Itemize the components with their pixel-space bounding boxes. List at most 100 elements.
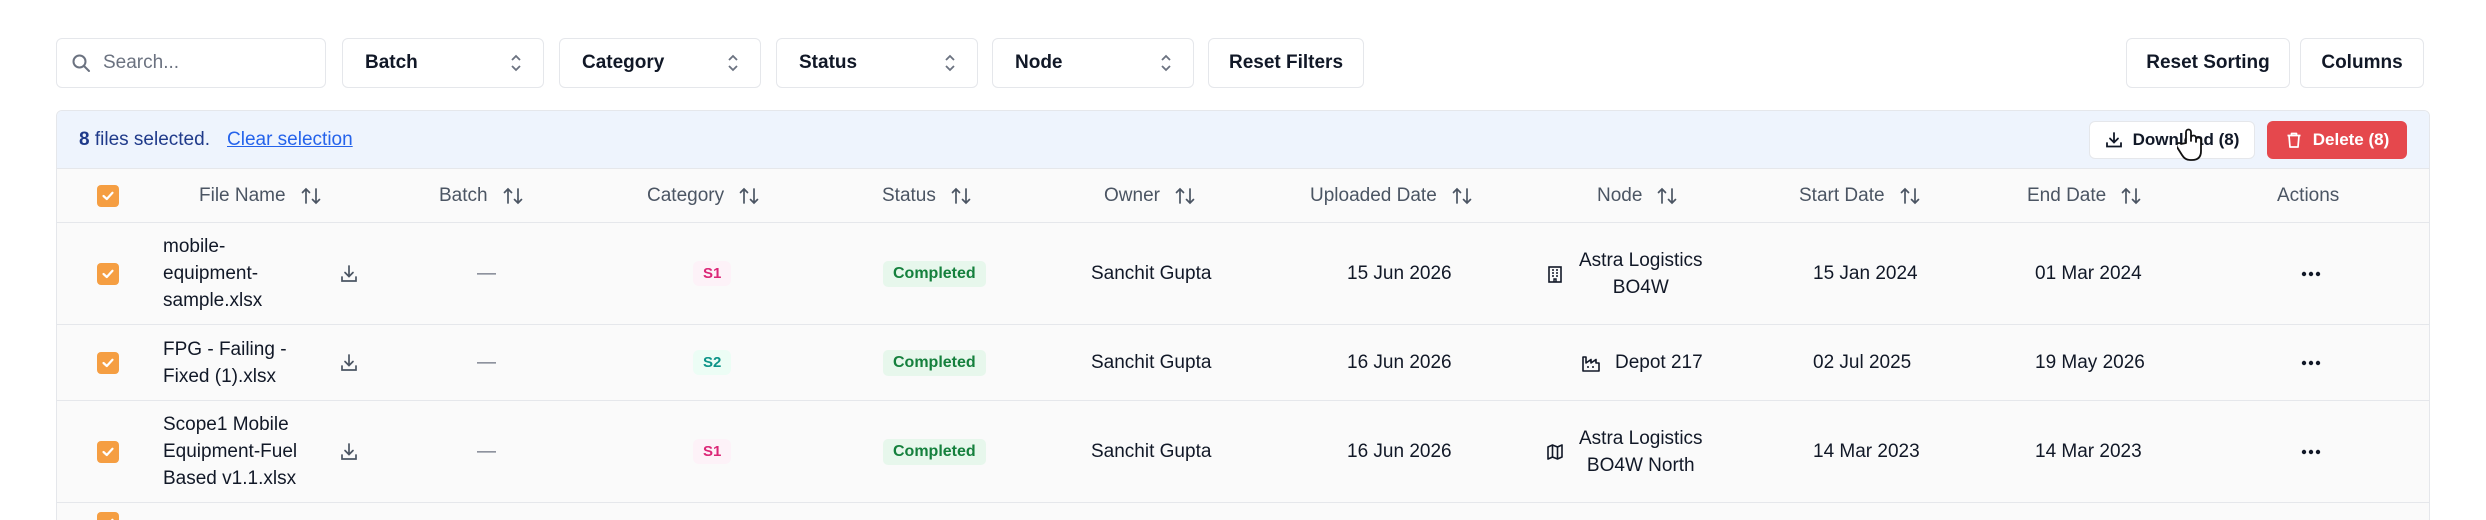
sort-icon[interactable] [1899, 186, 1921, 206]
column-header-owner[interactable]: Owner [1104, 169, 1196, 223]
row-checkbox-cell[interactable] [97, 401, 119, 502]
table-row[interactable]: mobile- equipment- sample.xlsx — S1 Comp… [57, 223, 2429, 325]
filter-bar: Batch Category Status Node Reset Filters… [56, 38, 2430, 88]
more-horizontal-icon [2301, 271, 2321, 276]
sort-icon[interactable] [502, 186, 524, 206]
category-cell: S1 [693, 401, 732, 502]
node-cell: Astra Logistics BO4W North [1545, 401, 1703, 502]
search-input[interactable] [103, 52, 303, 74]
node-filter-label: Node [1015, 52, 1063, 73]
file-download-button[interactable] [339, 401, 359, 502]
check-icon [110, 518, 114, 520]
batch-cell: — [477, 351, 496, 373]
batch-filter-dropdown[interactable]: Batch [342, 38, 544, 88]
download-selected-button[interactable]: Download (8) [2089, 121, 2255, 159]
selection-summary: 8 files selected. [79, 129, 210, 151]
status-cell: Completed [883, 325, 986, 400]
file-name-line: Scope1 Mobile [163, 414, 289, 435]
row-checkbox[interactable] [97, 440, 119, 463]
column-label: Uploaded Date [1310, 185, 1437, 206]
status-badge: Completed [883, 438, 986, 465]
select-all-checkbox[interactable] [97, 185, 119, 207]
uploaded-date-cell: 16 Jun 2026 [1347, 440, 1452, 462]
reset-filters-button[interactable]: Reset Filters [1208, 38, 1364, 88]
files-table: 8 files selected. Clear selection Downlo… [56, 110, 2430, 520]
clear-selection-link[interactable]: Clear selection [227, 129, 353, 151]
column-label: Start Date [1799, 185, 1885, 206]
node-filter-dropdown[interactable]: Node [992, 38, 1194, 88]
row-actions-button[interactable] [2301, 325, 2321, 400]
batch-cell: — [477, 440, 496, 462]
status-filter-dropdown[interactable]: Status [776, 38, 978, 88]
column-label: Actions [2277, 185, 2340, 206]
category-badge: S1 [693, 261, 732, 286]
download-icon [341, 353, 357, 371]
start-date-cell: 14 Mar 2023 [1813, 440, 1920, 462]
row-checkbox-cell[interactable] [97, 325, 119, 400]
column-header-end-date[interactable]: End Date [2027, 169, 2142, 223]
row-checkbox[interactable] [97, 262, 119, 285]
column-header-file-name[interactable]: File Name [199, 169, 322, 223]
category-filter-dropdown[interactable]: Category [559, 38, 761, 88]
owner-cell: Sanchit Gupta [1091, 351, 1212, 373]
building-icon [1548, 265, 1562, 283]
chevron-up-down-icon [511, 54, 521, 72]
node-label-line: BO4W North [1586, 454, 1695, 476]
file-name-line: Fixed (1).xlsx [163, 365, 276, 387]
owner-cell: Sanchit Gupta [1091, 262, 1212, 284]
sort-icon[interactable] [2120, 186, 2142, 206]
column-header-category[interactable]: Category [647, 169, 760, 223]
category-badge: S2 [693, 350, 732, 375]
download-icon [2105, 132, 2122, 148]
column-header-start-date[interactable]: Start Date [1799, 169, 1921, 223]
sort-icon[interactable] [1656, 186, 1678, 206]
search-box[interactable] [56, 38, 326, 88]
column-header-node[interactable]: Node [1597, 169, 1678, 223]
row-checkbox-cell[interactable] [97, 503, 119, 520]
file-name-line: FPG - Failing - [163, 338, 287, 360]
column-header-batch[interactable]: Batch [439, 169, 524, 223]
column-header-status[interactable]: Status [882, 169, 972, 223]
row-checkbox[interactable] [97, 351, 119, 374]
file-name-cell: mobile- equipment- sample.xlsx [163, 223, 293, 324]
end-date-cell: 14 Mar 2023 [2035, 440, 2142, 462]
chevron-up-down-icon [945, 54, 955, 72]
trash-icon [2287, 132, 2301, 148]
table-row[interactable]: Scope1 Mobile Equipment-Fuel Based v1.1.… [57, 401, 2429, 503]
table-row[interactable] [57, 503, 2429, 520]
more-horizontal-icon [2301, 449, 2321, 454]
category-filter-label: Category [582, 52, 665, 73]
column-header-uploaded-date[interactable]: Uploaded Date [1310, 169, 1473, 223]
columns-button[interactable]: Columns [2300, 38, 2424, 88]
status-cell: Completed [883, 223, 986, 324]
category-cell: S2 [693, 325, 732, 400]
row-actions-button[interactable] [2301, 223, 2321, 324]
category-cell: S1 [693, 223, 732, 324]
status-badge: Completed [883, 349, 986, 376]
reset-sorting-button[interactable]: Reset Sorting [2126, 38, 2290, 88]
sort-icon[interactable] [738, 186, 760, 206]
file-name-line: Based v1.1.xlsx [163, 468, 297, 489]
check-icon [102, 269, 114, 278]
sort-icon[interactable] [950, 186, 972, 206]
column-label: Node [1597, 185, 1643, 206]
select-all-checkbox-cell[interactable] [97, 169, 119, 223]
row-checkbox-cell[interactable] [97, 223, 119, 324]
sort-icon[interactable] [1451, 186, 1473, 206]
factory-icon [1582, 355, 1600, 372]
column-header-actions: Actions [2277, 169, 2339, 223]
sort-icon[interactable] [300, 186, 322, 206]
download-icon [341, 442, 357, 460]
row-actions-button[interactable] [2301, 401, 2321, 502]
start-date-cell: 15 Jan 2024 [1813, 262, 1918, 284]
sort-icon[interactable] [1174, 186, 1196, 206]
file-download-button[interactable] [339, 325, 359, 400]
chevron-up-down-icon [728, 54, 738, 72]
hand-cursor-icon [2177, 128, 2202, 161]
file-download-button[interactable] [339, 223, 359, 324]
check-icon [102, 358, 114, 367]
row-checkbox[interactable] [97, 512, 119, 520]
table-row[interactable]: FPG - Failing - Fixed (1).xlsx — S2 Comp… [57, 325, 2429, 401]
node-label-line: Astra Logistics [1579, 249, 1703, 271]
delete-selected-button[interactable]: Delete (8) [2267, 121, 2407, 159]
